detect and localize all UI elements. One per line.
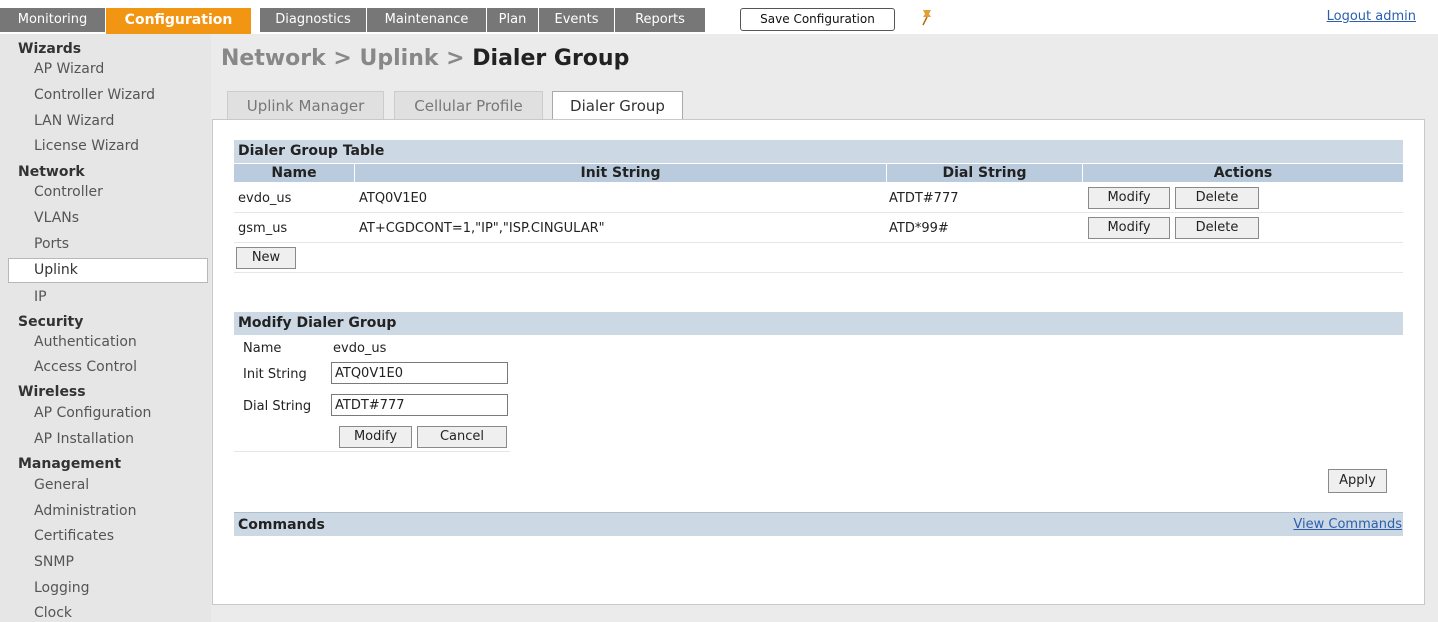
modify-button[interactable]: Modify <box>1088 187 1170 209</box>
column-header-name: Name <box>234 164 354 182</box>
tab-configuration[interactable]: Configuration <box>106 8 252 34</box>
name-value: evdo_us <box>333 341 387 356</box>
init-string-input[interactable] <box>331 362 508 384</box>
form-modify-button[interactable]: Modify <box>339 426 412 448</box>
tab-reports[interactable]: Reports <box>615 8 706 32</box>
dial-string-label: Dial String <box>243 399 312 414</box>
dialer-group-table-header: Dialer Group Table <box>234 140 1403 163</box>
row-name: gsm_us <box>238 221 288 236</box>
column-header-init-string: Init String <box>355 164 886 182</box>
row-divider <box>234 242 1403 243</box>
modify-dialer-group-header: Modify Dialer Group <box>234 312 1403 335</box>
form-divider <box>234 451 510 452</box>
sidebar-item-general[interactable]: General <box>34 477 89 493</box>
form-cancel-button[interactable]: Cancel <box>417 426 507 448</box>
sidebar-item-clock[interactable]: Clock <box>34 605 72 621</box>
save-configuration-button[interactable]: Save Configuration <box>740 8 895 31</box>
sidebar-item-controller-wizard[interactable]: Controller Wizard <box>34 87 155 103</box>
sidebar-item-ports[interactable]: Ports <box>34 236 69 252</box>
tab-maintenance[interactable]: Maintenance <box>367 8 487 32</box>
column-header-actions: Actions <box>1083 164 1403 182</box>
modify-button[interactable]: Modify <box>1088 217 1170 239</box>
name-label: Name <box>243 341 282 356</box>
logout-link[interactable]: Logout admin <box>1327 9 1416 24</box>
page-title: Network > Uplink > Dialer Group <box>221 46 629 71</box>
new-button[interactable]: New <box>236 247 296 269</box>
sidebar-item-access-control[interactable]: Access Control <box>34 359 137 375</box>
sidebar-item-license-wizard[interactable]: License Wizard <box>34 138 139 154</box>
commands-header: Commands <box>234 512 1403 536</box>
init-string-label: Init String <box>243 367 307 382</box>
sidebar-item-uplink[interactable]: Uplink <box>8 258 208 283</box>
sidebar-item-ap-wizard[interactable]: AP Wizard <box>34 61 104 77</box>
delete-button[interactable]: Delete <box>1175 187 1259 209</box>
sidebar-item-administration[interactable]: Administration <box>34 503 136 519</box>
dial-string-input[interactable] <box>331 394 508 416</box>
sidebar-item-authentication[interactable]: Authentication <box>34 334 137 350</box>
row-divider <box>234 212 1403 213</box>
view-commands-link[interactable]: View Commands <box>1293 517 1402 532</box>
delete-button[interactable]: Delete <box>1175 217 1259 239</box>
column-header-dial-string: Dial String <box>887 164 1082 182</box>
tab-cellular-profile[interactable]: Cellular Profile <box>394 91 543 119</box>
sidebar-item-vlans[interactable]: VLANs <box>34 210 79 226</box>
breadcrumb: Network > Uplink > <box>221 46 473 71</box>
apply-button[interactable]: Apply <box>1328 469 1387 493</box>
row-dial-string: ATDT#777 <box>889 191 959 206</box>
sidebar-heading-security: Security <box>18 314 84 330</box>
sidebar-item-lan-wizard[interactable]: LAN Wizard <box>34 113 114 129</box>
sidebar-item-ap-configuration[interactable]: AP Configuration <box>34 405 151 421</box>
sidebar-heading-network: Network <box>18 164 85 180</box>
row-init-string: ATQ0V1E0 <box>359 191 427 206</box>
sidebar: Wizards AP Wizard Controller Wizard LAN … <box>0 34 211 622</box>
sidebar-item-controller[interactable]: Controller <box>34 184 103 200</box>
tab-monitoring[interactable]: Monitoring <box>0 8 106 32</box>
tab-plan[interactable]: Plan <box>487 8 539 32</box>
breadcrumb-current: Dialer Group <box>472 46 630 71</box>
row-init-string: AT+CGDCONT=1,"IP","ISP.CINGULAR" <box>359 221 605 236</box>
row-dial-string: ATD*99# <box>889 221 949 236</box>
sidebar-item-ap-installation[interactable]: AP Installation <box>34 431 134 447</box>
top-navigation: Monitoring Configuration Diagnostics Mai… <box>0 0 1438 34</box>
sidebar-item-certificates[interactable]: Certificates <box>34 528 114 544</box>
sidebar-heading-management: Management <box>18 456 122 472</box>
row-divider <box>234 272 1403 273</box>
tab-events[interactable]: Events <box>539 8 615 32</box>
sidebar-item-logging[interactable]: Logging <box>34 580 90 596</box>
row-name: evdo_us <box>238 191 292 206</box>
tab-dialer-group[interactable]: Dialer Group <box>552 91 683 122</box>
pin-icon[interactable] <box>918 8 936 26</box>
sidebar-item-snmp[interactable]: SNMP <box>34 554 74 570</box>
sidebar-item-ip[interactable]: IP <box>34 289 47 305</box>
tab-diagnostics[interactable]: Diagnostics <box>260 8 367 32</box>
tab-uplink-manager[interactable]: Uplink Manager <box>227 91 384 119</box>
sidebar-heading-wizards: Wizards <box>18 41 82 57</box>
sidebar-heading-wireless: Wireless <box>18 384 86 400</box>
